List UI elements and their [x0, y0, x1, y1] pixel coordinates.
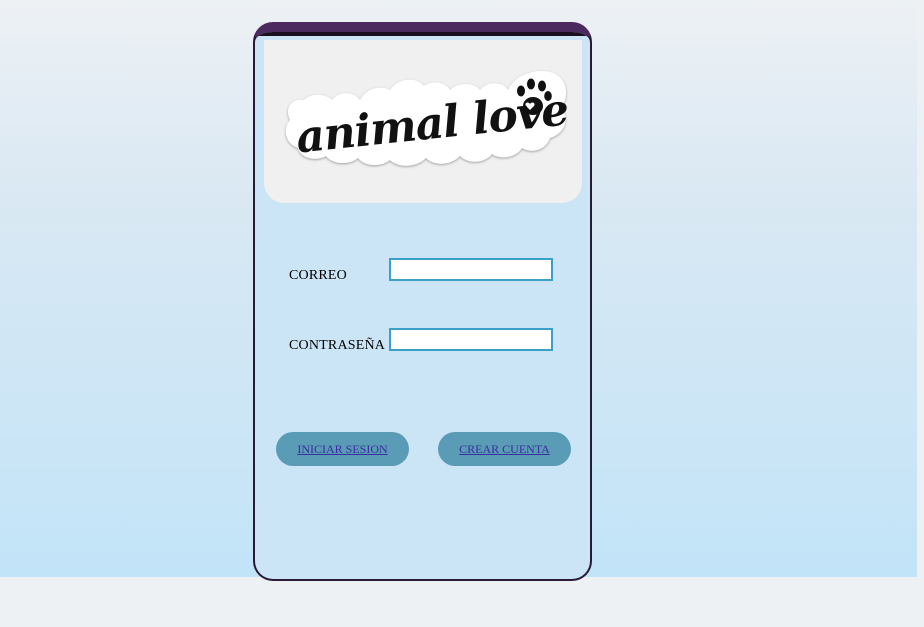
- email-label: CORREO: [289, 268, 347, 283]
- animal-lover-logo: animal lover: [285, 70, 570, 166]
- password-label: CONTRASEÑA: [289, 338, 386, 353]
- create-account-button[interactable]: CREAR CUENTA: [438, 432, 571, 466]
- login-card: animal lover CORREO CONTRASEÑA INICIAR S…: [253, 22, 592, 581]
- password-field[interactable]: [389, 328, 553, 351]
- logo-panel: animal lover: [264, 40, 582, 203]
- login-button[interactable]: INICIAR SESION: [276, 432, 409, 466]
- email-field[interactable]: [389, 258, 553, 281]
- card-top-bar: [255, 32, 590, 36]
